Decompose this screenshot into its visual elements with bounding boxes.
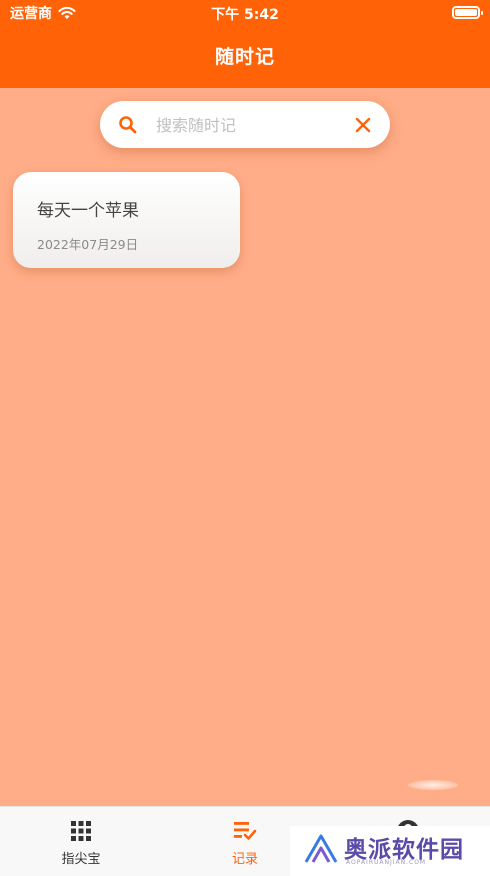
nav-header: 运营商 下午 5:42 随时记	[0, 0, 490, 88]
watermark-subtext: AOPAIRUANJIAN.COM	[346, 859, 427, 866]
battery-fill	[455, 9, 477, 16]
note-date: 2022年07月29日	[37, 237, 139, 252]
status-bar: 运营商 下午 5:42	[0, 0, 490, 26]
search-bar[interactable]	[100, 101, 390, 148]
watermark: 奥派软件园 AOPAIRUANJIAN.COM	[290, 826, 490, 876]
grid-icon	[71, 821, 91, 841]
tab-fingertip[interactable]: 指尖宝	[31, 807, 131, 876]
search-input[interactable]	[156, 111, 346, 139]
watermark-logo-icon	[304, 834, 338, 863]
search-icon	[119, 116, 137, 134]
page-title: 随时记	[214, 46, 275, 68]
note-title: 每天一个苹果	[37, 201, 139, 221]
tab-records[interactable]: 记录	[195, 807, 295, 876]
tab-label-fingertip: 指尖宝	[61, 852, 101, 867]
decorative-glow	[408, 780, 458, 790]
tab-label-records: 记录	[231, 852, 258, 867]
note-card[interactable]: 每天一个苹果 2022年07月29日	[13, 172, 240, 268]
battery-icon	[452, 6, 483, 19]
checklist-icon	[234, 822, 257, 840]
status-time: 下午 5:42	[211, 7, 279, 23]
clear-icon[interactable]	[354, 116, 372, 134]
